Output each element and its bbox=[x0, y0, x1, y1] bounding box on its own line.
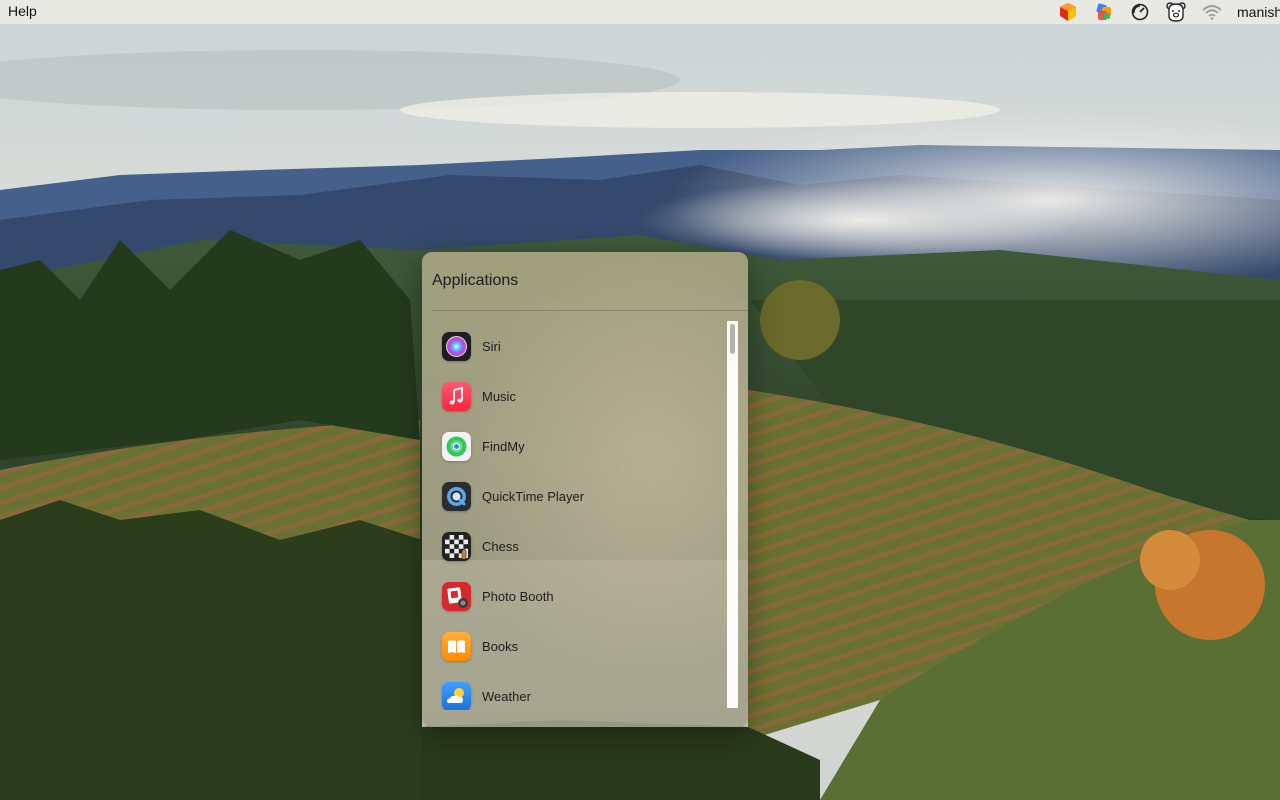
menu-help[interactable]: Help bbox=[8, 3, 37, 19]
scrollbar-thumb[interactable] bbox=[730, 324, 735, 354]
panel-title: Applications bbox=[432, 272, 519, 289]
app-label: QuickTime Player bbox=[482, 488, 585, 504]
user-name[interactable]: manish bbox=[1237, 4, 1280, 20]
app-label: Weather bbox=[482, 688, 531, 704]
books-icon bbox=[442, 631, 471, 661]
list-item-weather[interactable]: Weather bbox=[442, 676, 722, 710]
scrollbar[interactable] bbox=[727, 321, 738, 708]
list-item-photo-booth[interactable]: Photo Booth bbox=[442, 576, 722, 616]
colorful-stack-icon[interactable] bbox=[1093, 1, 1115, 23]
app-label: Photo Booth bbox=[482, 588, 554, 604]
menu-bar: Help manish bbox=[0, 0, 1280, 24]
photo-booth-icon bbox=[442, 581, 471, 611]
bear-icon[interactable] bbox=[1165, 1, 1187, 23]
chess-icon bbox=[442, 531, 471, 561]
wifi-icon[interactable] bbox=[1201, 1, 1223, 23]
weather-icon bbox=[442, 681, 471, 710]
app-label: FindMy bbox=[482, 438, 525, 454]
list-item-chess[interactable]: Chess bbox=[442, 526, 722, 566]
siri-icon bbox=[442, 331, 471, 361]
list-item-music[interactable]: Music bbox=[442, 376, 722, 416]
app-label: Books bbox=[482, 638, 519, 654]
applications-list: Siri Music FindMy QuickTime Player Chess… bbox=[422, 322, 732, 710]
boxes-app-icon[interactable] bbox=[1057, 1, 1079, 23]
music-icon bbox=[442, 381, 471, 411]
findmy-icon bbox=[442, 431, 471, 461]
app-label: Music bbox=[482, 388, 516, 404]
app-label: Siri bbox=[482, 338, 501, 354]
divider bbox=[432, 310, 748, 311]
list-item-books[interactable]: Books bbox=[442, 626, 722, 666]
list-item-quicktime[interactable]: QuickTime Player bbox=[442, 476, 722, 516]
quicktime-icon bbox=[442, 481, 471, 511]
status-area: manish bbox=[1057, 0, 1280, 24]
list-item-findmy[interactable]: FindMy bbox=[442, 426, 722, 466]
list-item-siri[interactable]: Siri bbox=[442, 326, 722, 366]
gauge-icon[interactable] bbox=[1129, 1, 1151, 23]
app-label: Chess bbox=[482, 538, 519, 554]
applications-panel: Applications Siri Music FindMy QuickTime… bbox=[422, 252, 748, 727]
